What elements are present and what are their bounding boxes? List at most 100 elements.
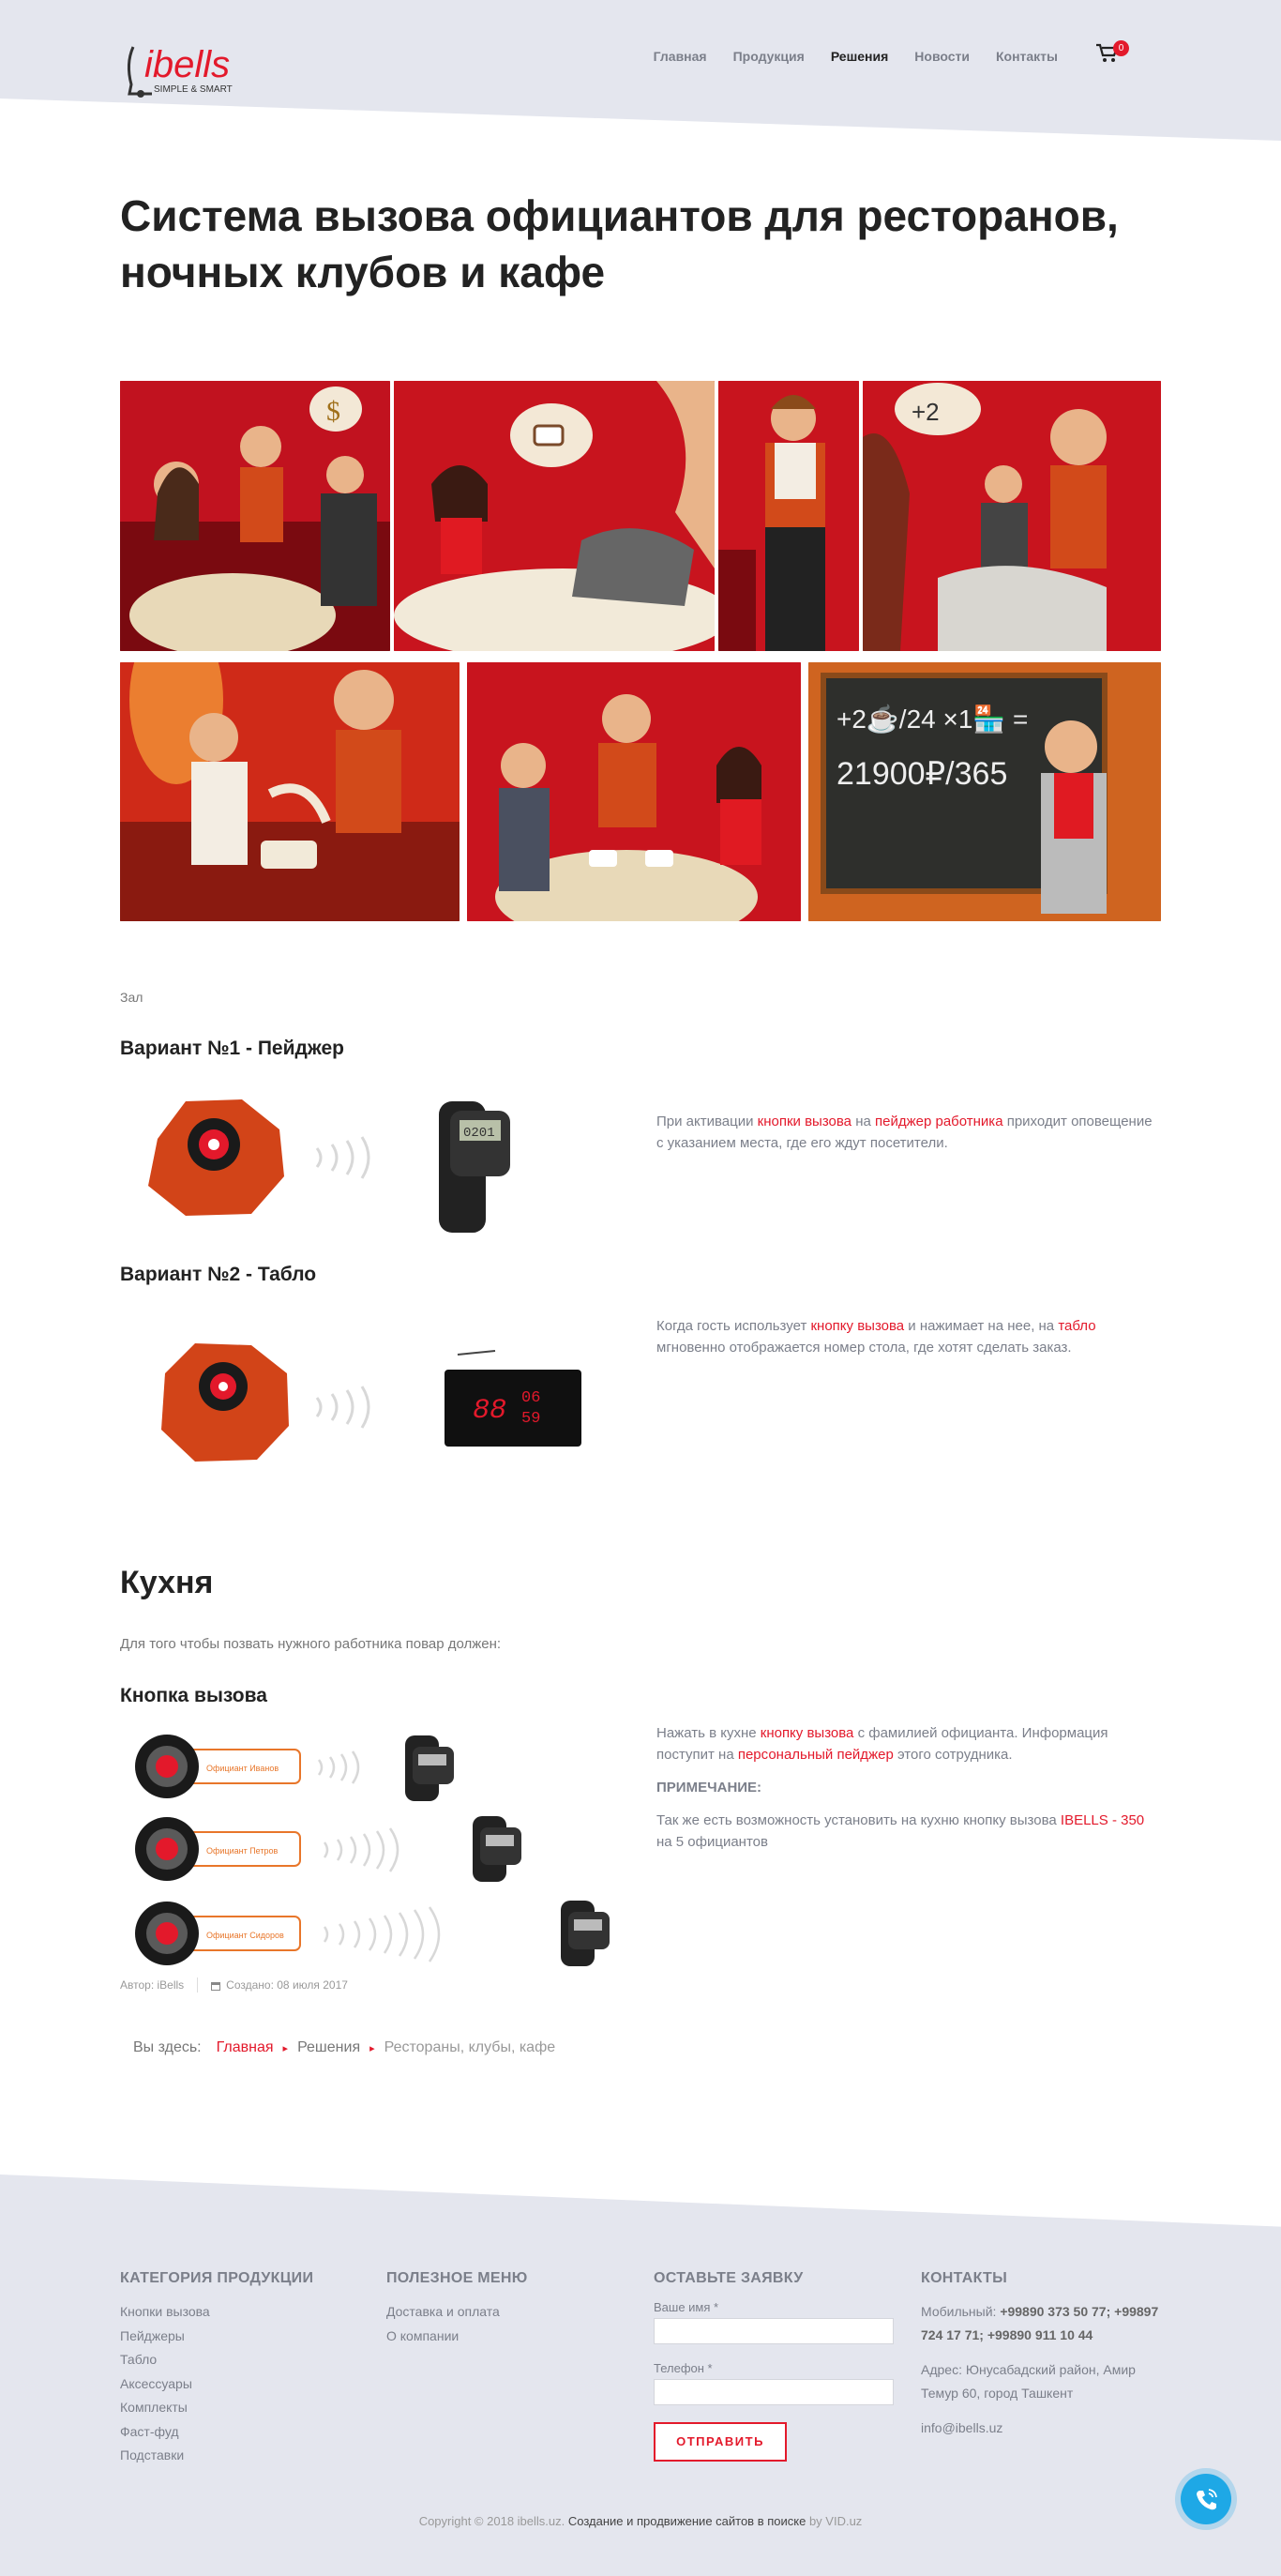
link-site-creation[interactable]: Создание и продвижение сайтов в поиске bbox=[568, 2514, 806, 2528]
footer-useful-menu: ПОЛЕЗНОЕ МЕНЮ Доставка и оплата О компан… bbox=[386, 2270, 630, 2348]
chevron-right-icon: ▸ bbox=[282, 2042, 289, 2054]
nav-item-products[interactable]: Продукция bbox=[733, 49, 805, 64]
kitchen-call-button-sidorov: Официант Сидоров bbox=[135, 1902, 301, 1965]
article-meta: Автор: iBells Создано: 08 июля 2017 bbox=[120, 1977, 348, 1993]
callback-button[interactable] bbox=[1181, 2474, 1231, 2524]
gallery-photo-5[interactable] bbox=[120, 662, 460, 921]
illustration-waiter-serving bbox=[718, 381, 859, 651]
display-small-top: 06 bbox=[521, 1389, 540, 1407]
illustration-couple-coffee bbox=[467, 662, 801, 921]
call-button-device bbox=[148, 1099, 284, 1216]
phone-call-icon bbox=[1197, 2489, 1217, 2510]
link-personal-pager[interactable]: персональный пейджер bbox=[738, 1747, 894, 1763]
name-field[interactable] bbox=[654, 2318, 894, 2344]
display-small-bottom: 59 bbox=[521, 1410, 540, 1428]
phone-field[interactable] bbox=[654, 2379, 894, 2405]
nav-item-home[interactable]: Главная bbox=[654, 49, 707, 64]
kitchen-description: Нажать в кухне кнопку вызова с фамилией … bbox=[656, 1722, 1163, 1853]
kitchen-subheading: Кнопка вызова bbox=[120, 1685, 267, 1706]
kitchen-heading: Кухня bbox=[120, 1565, 214, 1600]
section-label-hall: Зал bbox=[120, 990, 143, 1005]
wrist-pager-device bbox=[561, 1901, 610, 1966]
gallery-photo-3[interactable] bbox=[718, 381, 859, 651]
footer-link-call-buttons[interactable]: Кнопки вызова bbox=[120, 2300, 364, 2325]
gallery-photo-1[interactable]: $ bbox=[120, 381, 390, 651]
kitchen-call-button-petrov: Официант Петров bbox=[135, 1817, 301, 1881]
pager-display-text: 0201 bbox=[463, 1126, 495, 1141]
breadcrumb-prefix: Вы здесь: bbox=[133, 2039, 202, 2055]
name-field-label: Ваше имя * bbox=[654, 2300, 719, 2314]
cart-count-badge: 0 bbox=[1113, 40, 1129, 56]
main-nav: Главная Продукция Решения Новости Контак… bbox=[654, 49, 1058, 64]
footer-link-displays[interactable]: Табло bbox=[120, 2348, 364, 2372]
contact-mobile: Мобильный: +99890 373 50 77; +99897 724 … bbox=[921, 2304, 1159, 2342]
link-ibells-350[interactable]: IBELLS - 350 bbox=[1061, 1812, 1144, 1828]
call-button-device bbox=[161, 1343, 289, 1462]
gallery-photo-6[interactable] bbox=[467, 662, 801, 921]
variant-1-heading: Вариант №1 - Пейджер bbox=[120, 1038, 344, 1059]
svg-text:Официант Петров: Официант Петров bbox=[206, 1846, 279, 1856]
wrist-pager-device bbox=[405, 1735, 454, 1801]
svg-text:Официант Сидоров: Официант Сидоров bbox=[206, 1931, 284, 1940]
logo-text: ibells bbox=[144, 44, 230, 85]
footer-useful-title: ПОЛЕЗНОЕ МЕНЮ bbox=[386, 2270, 528, 2286]
link-display[interactable]: табло bbox=[1058, 1318, 1095, 1334]
cart-button[interactable]: 0 bbox=[1095, 40, 1129, 71]
call-button-to-pager-diagram: 0201 bbox=[148, 1099, 510, 1233]
signal-waves-icon bbox=[315, 1136, 370, 1179]
footer-link-about[interactable]: О компании bbox=[386, 2325, 630, 2349]
link-worker-pager[interactable]: пейджер работника bbox=[875, 1114, 1003, 1129]
kitchen-call-button-ivanov: Официант Иванов bbox=[135, 1735, 301, 1798]
contact-address: Адрес: Юнусабадский район, Амир Темур 60… bbox=[921, 2362, 1136, 2401]
number-display-device: 88 06 59 bbox=[445, 1350, 581, 1447]
nav-item-solutions[interactable]: Решения bbox=[831, 49, 888, 64]
page-title: Система вызова официантов для ресторанов… bbox=[120, 191, 1119, 296]
site-header: ibells SIMPLE & SMART Главная Продукция … bbox=[120, 0, 1161, 113]
contact-email[interactable]: info@ibells.uz bbox=[921, 2417, 1161, 2440]
gallery-photo-7[interactable]: +2☕/24 ×1🏪 = 21900₽/365 bbox=[808, 662, 1161, 921]
signal-waves-icon bbox=[315, 1386, 370, 1429]
illustration-waiter-pouring bbox=[120, 662, 460, 921]
footer-link-pagers[interactable]: Пейджеры bbox=[120, 2325, 364, 2349]
wrist-pager-device: 0201 bbox=[439, 1101, 510, 1233]
kitchen-intro: Для того чтобы позвать нужного работника… bbox=[120, 1636, 502, 1652]
gallery-photo-4[interactable]: +2 bbox=[863, 381, 1161, 651]
footer-categories-title: КАТЕГОРИЯ ПРОДУКЦИИ bbox=[120, 2270, 314, 2286]
svg-text:+2: +2 bbox=[912, 398, 940, 426]
phone-field-label: Телефон * bbox=[654, 2361, 713, 2375]
footer-link-fast-food[interactable]: Фаст-фуд bbox=[120, 2420, 364, 2445]
footer-link-kits[interactable]: Комплекты bbox=[120, 2396, 364, 2420]
link-call-button[interactable]: кнопку вызова bbox=[810, 1318, 904, 1334]
created-date: Создано: 08 июля 2017 bbox=[226, 1978, 348, 1992]
nav-item-news[interactable]: Новости bbox=[914, 49, 970, 64]
footer-contacts: КОНТАКТЫ Мобильный: +99890 373 50 77; +9… bbox=[921, 2270, 1161, 2440]
svg-text:$: $ bbox=[326, 396, 340, 427]
chalkboard-line-1: +2☕/24 ×1🏪 = bbox=[836, 703, 1028, 735]
variant-2-heading: Вариант №2 - Табло bbox=[120, 1264, 317, 1285]
breadcrumb-solutions[interactable]: Решения bbox=[297, 2039, 360, 2056]
illustration-woman-coffee-thought bbox=[394, 381, 715, 651]
variant-1-description: При активации кнопки вызова на пейджер р… bbox=[656, 1114, 1153, 1151]
nav-item-contacts[interactable]: Контакты bbox=[996, 49, 1058, 64]
footer-contacts-title: КОНТАКТЫ bbox=[921, 2270, 1008, 2286]
gallery-photo-2[interactable] bbox=[394, 381, 715, 651]
footer-link-stands[interactable]: Подставки bbox=[120, 2444, 364, 2468]
site-logo[interactable]: ibells SIMPLE & SMART bbox=[120, 26, 279, 101]
chalkboard-line-2: 21900₽/365 bbox=[836, 756, 1007, 792]
illustration-couple-waiter-dollar: $ bbox=[120, 381, 390, 651]
link-call-button[interactable]: кнопки вызова bbox=[758, 1114, 851, 1129]
breadcrumb-home[interactable]: Главная bbox=[217, 2039, 274, 2056]
footer-link-delivery[interactable]: Доставка и оплата bbox=[386, 2300, 630, 2325]
kitchen-buttons-diagram: Официант Иванов Официант Петров Официант… bbox=[135, 1735, 610, 1966]
display-big-number: 88 bbox=[473, 1395, 506, 1427]
link-call-button[interactable]: кнопку вызова bbox=[761, 1725, 854, 1741]
svg-text:Официант Иванов: Официант Иванов bbox=[206, 1764, 279, 1773]
footer-link-accessories[interactable]: Аксессуары bbox=[120, 2372, 364, 2397]
submit-button[interactable]: ОТПРАВИТЬ bbox=[654, 2422, 787, 2462]
wrist-pager-device bbox=[473, 1816, 521, 1882]
comic-gallery: $ +2 +2☕/24 ×1🏪 = 21900₽/365 bbox=[120, 381, 1161, 921]
chevron-right-icon: ▸ bbox=[369, 2042, 375, 2054]
author: Автор: iBells bbox=[120, 1978, 185, 1992]
illustration-chalkboard-price: +2☕/24 ×1🏪 = 21900₽/365 bbox=[808, 662, 1161, 921]
footer-form-title: ОСТАВЬТЕ ЗАЯВКУ bbox=[654, 2270, 804, 2286]
